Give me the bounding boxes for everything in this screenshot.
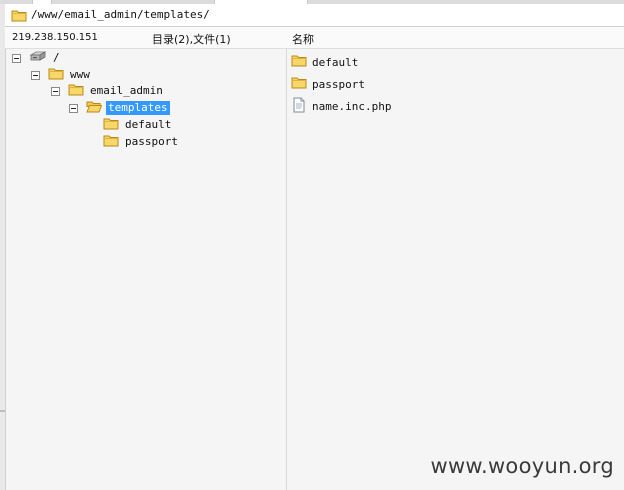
collapse-icon[interactable] [31,70,40,80]
folder-icon [291,54,307,70]
tree-node-root[interactable]: / [12,50,62,66]
directory-summary: 目录(2),文件(1) [152,33,231,46]
pane-divider[interactable] [286,49,287,490]
edge-mark [0,410,5,412]
collapse-icon[interactable] [69,103,78,113]
tree-node-passport[interactable]: passport [103,134,180,150]
folder-icon [48,67,64,83]
path-bar[interactable]: /www/email_admin/templates/ [5,4,624,27]
folder-icon [291,76,307,92]
tree-node-www[interactable]: www [31,67,92,83]
folder-icon [68,83,84,99]
header-row: 219.238.150.151 目录(2),文件(1) 名称 [5,27,624,49]
watermark: www.wooyun.org [430,454,614,478]
tree-node-email-admin[interactable]: email_admin [51,83,165,99]
tree-label-www[interactable]: www [68,68,92,82]
list-item[interactable]: default [291,53,358,71]
tree-label-default[interactable]: default [123,118,173,132]
current-path[interactable]: /www/email_admin/templates/ [31,8,210,22]
tree-label-passport[interactable]: passport [123,135,180,149]
open-folder-icon [86,100,102,116]
list-item-label[interactable]: default [312,56,358,69]
collapse-icon[interactable] [51,86,60,96]
tree-label-root[interactable]: / [51,51,62,65]
name-column-header[interactable]: 名称 [292,31,314,47]
folder-icon [11,9,27,25]
folder-icon [103,134,119,150]
list-item-label[interactable]: name.inc.php [312,100,391,113]
drive-icon [29,50,47,66]
tree-node-templates[interactable]: templates [69,100,170,116]
tree-label-templates[interactable]: templates [106,101,170,115]
list-item[interactable]: passport [291,75,365,93]
document-icon [291,97,307,116]
left-edge [0,4,6,490]
tree-label-email-admin[interactable]: email_admin [88,84,165,98]
collapse-icon[interactable] [12,53,21,63]
folder-icon [103,117,119,133]
list-item[interactable]: name.inc.php [291,97,391,115]
host-ip: 219.238.150.151 [12,32,98,43]
tree-node-default[interactable]: default [103,117,173,133]
list-item-label[interactable]: passport [312,78,365,91]
